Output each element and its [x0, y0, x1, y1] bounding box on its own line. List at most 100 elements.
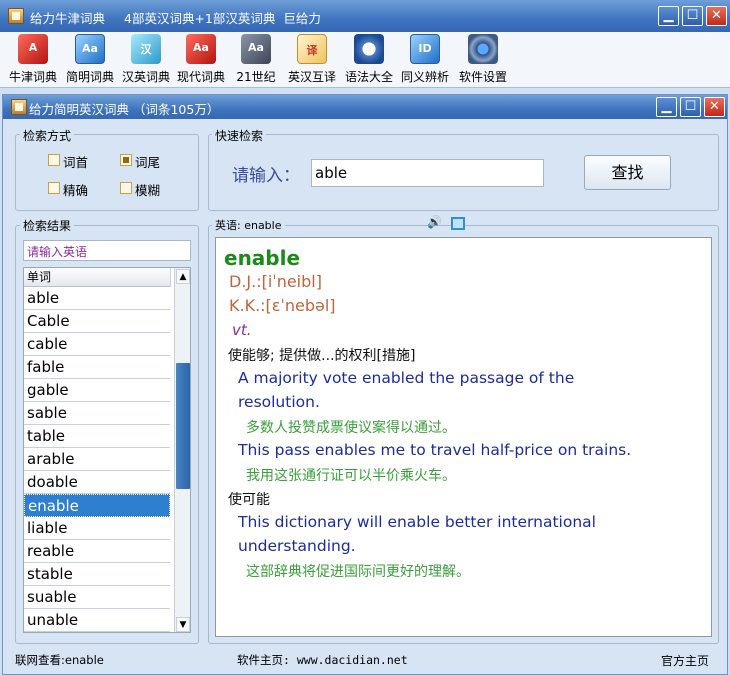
checkbox-prefix[interactable]: [48, 154, 60, 166]
inner-title: 给力简明英汉词典 （词条105万）: [29, 102, 220, 117]
synonym-icon: ID: [410, 34, 440, 64]
word-row[interactable]: cable: [24, 333, 170, 356]
concise-dict-window: 给力简明英汉词典 （词条105万） ▁ ☐ ✕ 检索方式 词首 词尾 精确 模糊…: [2, 94, 728, 675]
inner-title-bar: 给力简明英汉词典 （词条105万） ▁ ☐ ✕: [3, 95, 727, 119]
online-lookup-link[interactable]: 联网查看:enable: [15, 652, 104, 668]
scroll-up-icon[interactable]: ▲: [176, 269, 190, 284]
century21-dict-icon: Aa: [241, 34, 271, 64]
checkbox-fuzzy[interactable]: [120, 182, 132, 194]
tool-label: 现代词典: [176, 70, 225, 84]
example-en: resolution.: [238, 393, 320, 411]
tool-label: 软件设置: [458, 70, 507, 84]
concise-dict-icon: Aa: [75, 34, 105, 64]
word-row[interactable]: table: [24, 425, 170, 448]
checkbox-suffix[interactable]: [120, 154, 132, 166]
word-row[interactable]: Cable: [24, 310, 170, 333]
speaker-icon[interactable]: 🔊: [427, 215, 443, 229]
word-row-selected[interactable]: enable: [24, 494, 170, 517]
word-list-scrollbar[interactable]: ▲ ▼: [174, 268, 190, 632]
headword: enable: [224, 246, 301, 270]
results-filter-input[interactable]: 请输入英语: [23, 240, 191, 261]
word-rows: able Cable cable fable gable sable table…: [24, 287, 171, 632]
tool-label: 21世纪: [236, 70, 276, 84]
part-of-speech: vt.: [232, 321, 252, 339]
results-label: 检索结果: [20, 217, 75, 234]
inner-close-button[interactable]: ✕: [704, 97, 725, 117]
word-row[interactable]: fable: [24, 356, 170, 379]
checkbox-suffix-label: 词尾: [135, 155, 161, 170]
tool-oxford-dict[interactable]: A 牛津词典: [4, 34, 62, 86]
sense-meaning: 使能够; 提供做...的权利[措施]: [228, 348, 416, 364]
tool-concise-dict[interactable]: Aa 简明词典: [62, 34, 118, 86]
tool-synonym[interactable]: ID 同义辨析: [398, 34, 452, 86]
tool-translate[interactable]: 译 英汉互译: [284, 34, 340, 86]
tool-label: 简明词典: [65, 70, 114, 84]
example-en: This pass enables me to travel half-pric…: [238, 441, 632, 459]
search-mode-group: [15, 134, 199, 211]
word-row[interactable]: stable: [24, 563, 170, 586]
oxford-dict-icon: A: [18, 34, 48, 64]
example-en: This dictionary will enable better inter…: [238, 513, 596, 531]
definition-panel: enable D.J.:[iˈneibl] K.K.:[ɛˈnebəl] vt.…: [215, 237, 712, 637]
tool-grammar[interactable]: 语法大全: [342, 34, 396, 86]
quick-search-label: 快速检索: [212, 127, 267, 144]
word-row[interactable]: reable: [24, 540, 170, 563]
word-row[interactable]: arable: [24, 448, 170, 471]
example-zh: 这部辞典将促进国际间更好的理解。: [246, 564, 470, 580]
definition-label: 英语: enable: [212, 217, 285, 233]
word-row[interactable]: able: [24, 287, 170, 310]
minimize-button[interactable]: ▁: [658, 6, 679, 26]
settings-gear-icon: [468, 34, 498, 64]
search-prompt: 请输入：: [232, 166, 300, 186]
tool-modern-dict[interactable]: Aa 现代词典: [174, 34, 228, 86]
search-input[interactable]: able: [311, 159, 544, 187]
cn-en-dict-icon: 汉: [131, 34, 161, 64]
inner-minimize-button[interactable]: ▁: [656, 97, 677, 117]
phonetic-kk: K.K.:[ɛˈnebəl]: [229, 296, 336, 315]
app-title-bar: 给力牛津词典 4部英汉词典+1部汉英词典 巨给力 ▁ ☐ ✕: [0, 0, 730, 32]
tool-label: 同义辨析: [400, 70, 449, 84]
app-subtitle: 4部英汉词典+1部汉英词典 巨给力: [124, 11, 321, 26]
tool-century21-dict[interactable]: Aa 21世纪: [230, 34, 282, 86]
example-zh: 多数人投赞成票使议案得以通过。: [246, 420, 456, 436]
word-row[interactable]: unable: [24, 609, 170, 632]
checkbox-fuzzy-label: 模糊: [135, 183, 161, 198]
example-zh: 我用这张通行证可以半价乘火车。: [246, 468, 456, 484]
tool-label: 语法大全: [344, 70, 393, 84]
column-header-word[interactable]: 单词: [24, 268, 171, 287]
dictionary-toolbar: A 牛津词典 Aa 简明词典 汉 汉英词典 Aa 现代词典 Aa 21世纪 译 …: [0, 32, 730, 88]
search-mode-label: 检索方式: [20, 127, 75, 144]
scroll-down-icon[interactable]: ▼: [176, 617, 190, 632]
word-list: 单词 able Cable cable fable gable sable ta…: [23, 267, 191, 633]
app-title: 给力牛津词典: [30, 11, 106, 26]
copy-icon[interactable]: [451, 217, 465, 230]
tool-settings[interactable]: 软件设置: [456, 34, 510, 86]
app-icon: [8, 8, 24, 24]
official-homepage-link[interactable]: 官方主页: [661, 652, 709, 669]
inner-app-icon: [11, 99, 27, 115]
scroll-thumb[interactable]: [176, 363, 190, 489]
word-row[interactable]: sable: [24, 402, 170, 425]
example-en: understanding.: [238, 537, 356, 555]
translate-icon: 译: [297, 34, 327, 64]
word-row[interactable]: gable: [24, 379, 170, 402]
word-row[interactable]: liable: [24, 517, 170, 540]
word-row[interactable]: doable: [24, 471, 170, 494]
tool-label: 汉英词典: [121, 70, 170, 84]
inner-maximize-button[interactable]: ☐: [680, 97, 701, 117]
example-en: A majority vote enabled the passage of t…: [238, 369, 575, 387]
word-row[interactable]: suable: [24, 586, 170, 609]
sense-meaning: 使可能: [228, 492, 270, 508]
checkbox-prefix-label: 词首: [63, 155, 89, 170]
checkbox-exact[interactable]: [48, 182, 60, 194]
tool-cn-en-dict[interactable]: 汉 汉英词典: [118, 34, 174, 86]
tool-label: 牛津词典: [8, 70, 57, 84]
homepage-link[interactable]: 软件主页: www.dacidian.net: [237, 652, 408, 668]
modern-dict-icon: Aa: [186, 34, 216, 64]
grammar-compass-icon: [354, 34, 384, 64]
checkbox-exact-label: 精确: [63, 183, 89, 198]
maximize-button[interactable]: ☐: [682, 6, 703, 26]
tool-label: 英汉互译: [287, 70, 336, 84]
close-button[interactable]: ✕: [706, 6, 727, 26]
search-button[interactable]: 查找: [584, 155, 671, 190]
